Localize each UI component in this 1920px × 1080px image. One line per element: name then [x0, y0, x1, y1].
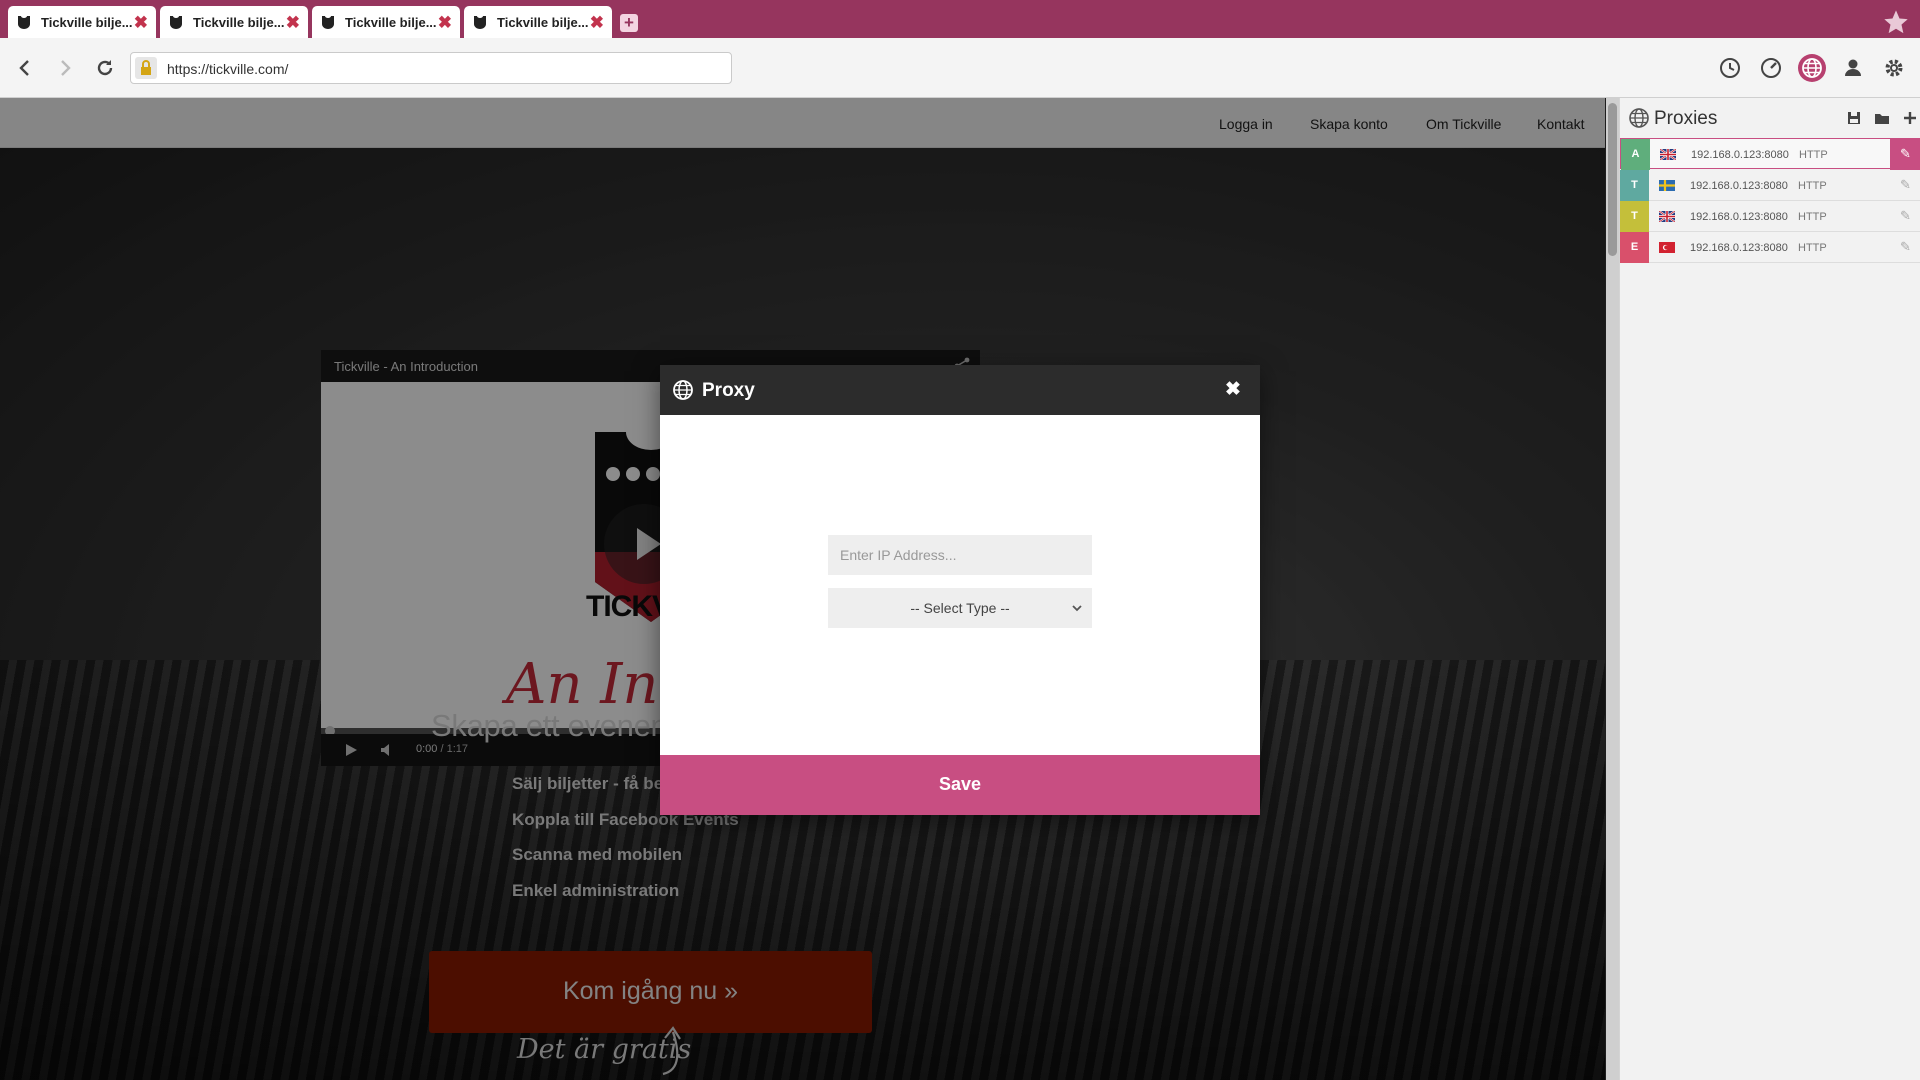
proxy-row[interactable]: T 192.168.0.123:8080 HTTP ✎ [1620, 170, 1920, 201]
edit-icon[interactable]: ✎ [1890, 201, 1920, 232]
scrollbar-thumb[interactable] [1608, 103, 1617, 256]
tab-label: Tickville bilje... [497, 14, 589, 30]
proxy-letter-badge: T [1620, 201, 1649, 232]
proxy-row[interactable]: E 192.168.0.123:8080 HTTP ✎ [1620, 232, 1920, 263]
globe-icon [673, 380, 693, 400]
history-icon[interactable] [1716, 54, 1744, 82]
new-tab-button[interactable]: + [620, 14, 638, 32]
tab-close-icon[interactable]: ✖ [286, 14, 300, 31]
page-scrollbar[interactable] [1606, 98, 1619, 1080]
proxy-type-select-value: -- Select Type -- [910, 600, 1010, 616]
address-bar[interactable]: https://tickville.com/ [130, 52, 732, 84]
uk-flag-icon [1660, 149, 1676, 160]
tickville-favicon-icon [170, 16, 182, 29]
edit-icon[interactable]: ✎ [1890, 139, 1920, 170]
reload-icon[interactable] [94, 57, 116, 79]
close-icon[interactable]: ✖ [1225, 378, 1241, 401]
modal-header: Proxy ✖ [660, 365, 1260, 415]
speed-icon[interactable] [1757, 54, 1785, 82]
modal-title: Proxy [702, 380, 755, 401]
ip-address-input[interactable] [828, 535, 1092, 575]
proxy-type: HTTP [1798, 180, 1827, 192]
proxy-letter-badge: E [1620, 232, 1649, 263]
edit-icon[interactable]: ✎ [1890, 232, 1920, 263]
browser-toolbar: https://tickville.com/ [0, 38, 1920, 98]
browser-tab-bar: Tickville bilje... ✖ Tickville bilje... … [0, 0, 1920, 38]
chevron-down-icon [1072, 605, 1082, 612]
proxy-modal: Proxy ✖ -- Select Type -- Save [660, 365, 1260, 815]
proxy-ip: 192.168.0.123:8080 [1690, 242, 1788, 254]
proxy-type-select[interactable]: -- Select Type -- [828, 588, 1092, 628]
uk-flag-icon [1659, 211, 1675, 222]
folder-icon[interactable] [1873, 109, 1891, 127]
browser-tab[interactable]: Tickville bilje... ✖ [464, 6, 612, 38]
browser-tab[interactable]: Tickville bilje... ✖ [312, 6, 460, 38]
globe-icon [1629, 108, 1649, 128]
url-text[interactable]: https://tickville.com/ [167, 61, 288, 77]
tab-label: Tickville bilje... [41, 14, 133, 30]
user-icon[interactable] [1839, 54, 1867, 82]
proxy-type: HTTP [1799, 149, 1828, 161]
save-button[interactable]: Save [660, 755, 1260, 815]
turkey-flag-icon [1659, 242, 1675, 253]
edit-icon[interactable]: ✎ [1890, 170, 1920, 201]
save-icon[interactable] [1845, 109, 1863, 127]
proxies-panel-title: Proxies [1654, 108, 1718, 129]
back-icon[interactable] [14, 57, 36, 79]
tab-label: Tickville bilje... [193, 14, 285, 30]
browser-tab[interactable]: Tickville bilje... ✖ [8, 6, 156, 38]
tab-label: Tickville bilje... [345, 14, 437, 30]
lock-icon [135, 57, 157, 79]
tab-close-icon[interactable]: ✖ [590, 14, 604, 31]
proxies-panel-header: Proxies [1620, 98, 1920, 138]
proxy-row[interactable]: T 192.168.0.123:8080 HTTP ✎ [1620, 201, 1920, 232]
globe-icon[interactable] [1798, 54, 1826, 82]
gear-icon[interactable] [1880, 54, 1908, 82]
tickville-favicon-icon [322, 16, 334, 29]
proxies-panel: Proxies A 192.168.0.123:8080 HTTP ✎ T 19… [1619, 98, 1920, 1080]
tickville-favicon-icon [18, 16, 30, 29]
forward-icon[interactable] [54, 57, 76, 79]
browser-tab[interactable]: Tickville bilje... ✖ [160, 6, 308, 38]
proxy-type: HTTP [1798, 242, 1827, 254]
add-icon[interactable] [1901, 109, 1919, 127]
star-icon[interactable] [1882, 8, 1910, 36]
sweden-flag-icon [1659, 180, 1675, 191]
tab-close-icon[interactable]: ✖ [438, 14, 452, 31]
proxy-ip: 192.168.0.123:8080 [1690, 180, 1788, 192]
proxy-ip: 192.168.0.123:8080 [1690, 211, 1788, 223]
proxy-type: HTTP [1798, 211, 1827, 223]
proxy-letter-badge: T [1620, 170, 1649, 201]
proxy-letter-badge: A [1621, 139, 1650, 170]
proxy-ip: 192.168.0.123:8080 [1691, 149, 1789, 161]
proxy-row[interactable]: A 192.168.0.123:8080 HTTP ✎ [1620, 138, 1920, 170]
tab-close-icon[interactable]: ✖ [134, 14, 148, 31]
tickville-favicon-icon [474, 16, 486, 29]
